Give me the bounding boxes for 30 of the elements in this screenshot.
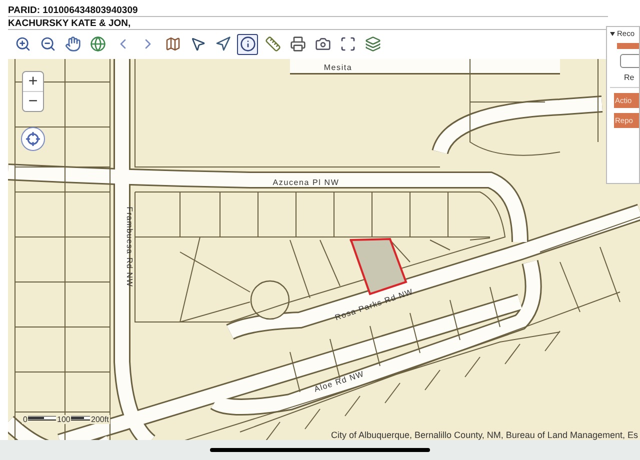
layers-icon: [364, 36, 380, 52]
info-tool[interactable]: [237, 34, 258, 54]
navigation-icon: [214, 36, 230, 52]
street-label: Aloe Rd NW: [313, 369, 366, 394]
printer-icon: [290, 36, 306, 52]
scale-label: 200ft: [90, 415, 110, 424]
ruler-icon: [264, 36, 280, 52]
owner-name: KACHURSKY KATE & JON,: [8, 18, 608, 30]
cul-de-sac: [250, 280, 290, 320]
field-label: Re: [624, 73, 636, 82]
street-label: Mesita: [324, 63, 352, 72]
crosshair-icon: [25, 131, 41, 147]
zoom-in-icon: [14, 36, 30, 52]
scale-label: 0: [22, 415, 28, 424]
street-label: Azucena Pl NW: [272, 178, 340, 187]
map-icon: [164, 36, 180, 52]
zoom-out-icon: [40, 36, 56, 52]
full-extent-icon: [340, 36, 356, 52]
map-attribution: City of Albuquerque, Bernalillo County, NM, Bureau of Land Management, Es: [330, 430, 638, 440]
parcel-id: PARID: 101006434803940309: [8, 5, 608, 17]
camera-icon: [314, 36, 330, 52]
street-label: Rosa Parks Rd NW: [334, 287, 414, 322]
street-label: Frambuesa Rd NW: [125, 206, 134, 288]
globe-icon: [90, 36, 106, 52]
collapse-triangle-icon: [610, 32, 615, 36]
pointer-icon: [190, 36, 206, 52]
info-icon: [240, 36, 256, 52]
hand-icon: [64, 36, 80, 52]
scale-label: 100: [56, 415, 72, 424]
panel-header-bar: [617, 43, 639, 49]
